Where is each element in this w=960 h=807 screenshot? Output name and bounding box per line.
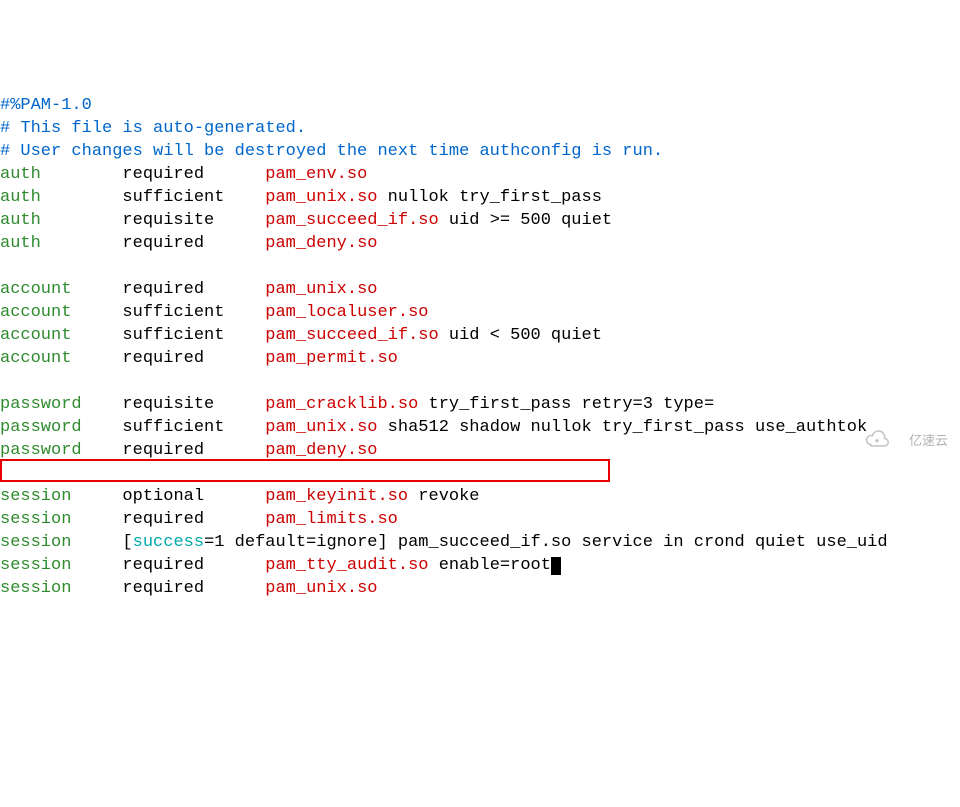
code-segment: sufficient xyxy=(82,418,266,437)
code-segment: required xyxy=(71,556,265,575)
code-segment: success xyxy=(133,533,204,552)
code-segment: uid >= 500 quiet xyxy=(439,211,612,230)
code-segment: required xyxy=(71,280,265,299)
code-segment: pam_succeed_if.so xyxy=(265,211,438,230)
code-segment: required xyxy=(82,441,266,460)
code-line: auth required pam_deny.so xyxy=(0,232,960,255)
code-segment: auth xyxy=(0,211,41,230)
code-segment: sufficient xyxy=(71,303,265,322)
code-segment: pam_keyinit.so xyxy=(265,487,408,506)
code-segment: auth xyxy=(0,188,41,207)
code-line: password required pam_deny.so xyxy=(0,439,960,462)
code-line xyxy=(0,255,960,278)
code-segment: required xyxy=(71,579,265,598)
code-segment: required xyxy=(41,165,265,184)
code-segment xyxy=(0,464,10,483)
code-segment: account xyxy=(0,280,71,299)
code-segment: required xyxy=(71,510,265,529)
code-segment: pam_deny.so xyxy=(265,234,377,253)
code-line: session optional pam_keyinit.so revoke xyxy=(0,485,960,508)
code-line xyxy=(0,370,960,393)
code-segment: =1 default=ignore] pam_succeed_if.so ser… xyxy=(204,533,888,552)
code-segment: session xyxy=(0,487,71,506)
code-segment: [ xyxy=(71,533,132,552)
code-segment: requisite xyxy=(82,395,266,414)
code-segment: pam_unix.so xyxy=(265,280,377,299)
code-segment: nullok try_first_pass xyxy=(377,188,601,207)
code-segment: session xyxy=(0,510,71,529)
code-segment: pam_unix.so xyxy=(265,579,377,598)
code-segment: account xyxy=(0,303,71,322)
code-line: account required pam_permit.so xyxy=(0,347,960,370)
code-segment: uid < 500 quiet xyxy=(439,326,602,345)
code-segment: pam_unix.so xyxy=(265,188,377,207)
code-segment: password xyxy=(0,395,82,414)
code-line: password sufficient pam_unix.so sha512 s… xyxy=(0,416,960,439)
code-segment: password xyxy=(0,418,82,437)
code-segment: pam_unix.so xyxy=(265,418,377,437)
code-segment: pam_deny.so xyxy=(265,441,377,460)
code-segment: # This file is auto-generated. xyxy=(0,119,306,138)
code-segment: required xyxy=(71,349,265,368)
code-segment: pam_env.so xyxy=(265,165,367,184)
code-segment: pam_tty_audit.so xyxy=(265,556,428,575)
code-line: session required pam_unix.so xyxy=(0,577,960,600)
code-segment: enable=root xyxy=(429,556,551,575)
code-line: # User changes will be destroyed the nex… xyxy=(0,140,960,163)
code-segment: sufficient xyxy=(71,326,265,345)
code-line: account required pam_unix.so xyxy=(0,278,960,301)
code-segment: sha512 shadow nullok try_first_pass use_… xyxy=(377,418,867,437)
code-segment: sufficient xyxy=(41,188,265,207)
code-line: auth sufficient pam_unix.so nullok try_f… xyxy=(0,186,960,209)
code-line xyxy=(0,462,960,485)
code-segment: pam_cracklib.so xyxy=(265,395,418,414)
code-line: session required pam_limits.so xyxy=(0,508,960,531)
code-line: #%PAM-1.0 xyxy=(0,94,960,117)
code-segment: try_first_pass retry=3 type= xyxy=(418,395,714,414)
code-segment: optional xyxy=(71,487,265,506)
code-segment xyxy=(0,372,10,391)
code-segment: pam_localuser.so xyxy=(265,303,428,322)
code-segment: revoke xyxy=(408,487,479,506)
code-line: session [success=1 default=ignore] pam_s… xyxy=(0,531,960,554)
code-segment: # User changes will be destroyed the nex… xyxy=(0,142,663,161)
code-segment: auth xyxy=(0,234,41,253)
code-segment: required xyxy=(41,234,265,253)
pam-config-listing: #%PAM-1.0 # This file is auto-generated. #… xyxy=(0,94,960,600)
code-line: auth requisite pam_succeed_if.so uid >= … xyxy=(0,209,960,232)
code-segment: #%PAM-1.0 xyxy=(0,96,92,115)
code-segment: account xyxy=(0,326,71,345)
text-cursor xyxy=(551,557,561,575)
code-line: auth required pam_env.so xyxy=(0,163,960,186)
code-segment: pam_limits.so xyxy=(265,510,398,529)
code-segment: password xyxy=(0,441,82,460)
code-segment: session xyxy=(0,533,71,552)
code-segment: auth xyxy=(0,165,41,184)
code-line: session required pam_tty_audit.so enable… xyxy=(0,554,960,577)
code-line: password requisite pam_cracklib.so try_f… xyxy=(0,393,960,416)
code-segment xyxy=(0,257,10,276)
code-segment: session xyxy=(0,579,71,598)
code-segment: requisite xyxy=(41,211,265,230)
code-line: account sufficient pam_localuser.so xyxy=(0,301,960,324)
code-line: # This file is auto-generated. xyxy=(0,117,960,140)
code-segment: account xyxy=(0,349,71,368)
code-line: account sufficient pam_succeed_if.so uid… xyxy=(0,324,960,347)
code-segment: session xyxy=(0,556,71,575)
code-segment: pam_permit.so xyxy=(265,349,398,368)
code-segment: pam_succeed_if.so xyxy=(265,326,438,345)
